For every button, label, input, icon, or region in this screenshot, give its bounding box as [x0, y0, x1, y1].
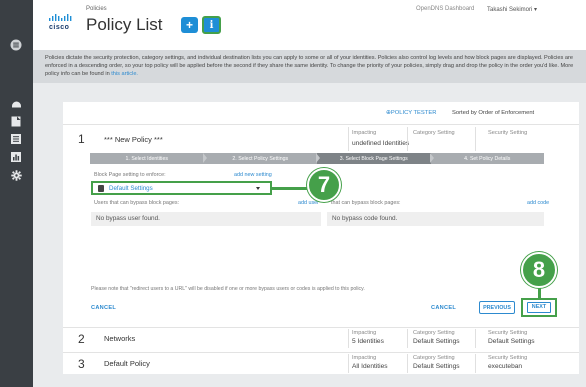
document-icon — [98, 185, 104, 192]
impacting-value: All Identities — [352, 363, 388, 370]
page-title: Policy List — [86, 15, 163, 34]
security-label: Security Setting — [488, 130, 528, 136]
menu-icon[interactable] — [9, 38, 23, 52]
block-page-select[interactable]: Default Settings — [91, 181, 272, 195]
policy-tester-link[interactable]: ⊕POLICY TESTER — [386, 110, 436, 116]
step-2[interactable]: 2. Select Policy Settings — [204, 153, 320, 164]
add-new-setting-link[interactable]: add new setting — [234, 172, 272, 178]
add-user-link[interactable]: add user — [298, 200, 319, 206]
policies-icon[interactable] — [9, 132, 23, 146]
policy-name[interactable]: Default Policy — [104, 359, 150, 368]
divider — [348, 354, 349, 373]
add-policy-button[interactable]: + — [181, 17, 198, 33]
security-value: executeban — [488, 363, 523, 370]
policy-number: 3 — [78, 357, 85, 371]
bypass-code-list: No bypass code found. — [327, 212, 544, 226]
divider — [407, 127, 408, 151]
category-label: Category Setting — [413, 330, 455, 336]
logo-text: cisco — [49, 24, 70, 31]
divider — [475, 354, 476, 373]
next-button-highlight[interactable]: NEXT — [521, 298, 557, 317]
info-button[interactable]: i — [202, 16, 221, 34]
security-value: Default Settings — [488, 338, 535, 345]
users-bypass-label: Users that can bypass block pages: — [94, 200, 180, 206]
bypass-note: Please note that "redirect users to a UR… — [91, 286, 365, 292]
reports-icon[interactable] — [9, 114, 23, 128]
category-value: Default Settings — [413, 338, 460, 345]
callout-8: 8 — [521, 252, 557, 288]
impacting-value: undefined Identities — [352, 140, 410, 147]
divider — [475, 127, 476, 151]
chart-icon[interactable] — [9, 150, 23, 164]
wizard-steps: 1. Select Identities 2. Select Policy Se… — [90, 153, 544, 164]
add-code-link[interactable]: add code — [527, 200, 549, 206]
cancel-button[interactable]: CANCEL — [431, 305, 456, 311]
breadcrumb[interactable]: Policies — [86, 6, 107, 12]
settings-icon[interactable] — [9, 168, 23, 182]
plus-icon: + — [185, 18, 193, 32]
category-value: Default Settings — [413, 363, 460, 370]
step-4[interactable]: 4. Set Policy Details — [431, 153, 545, 164]
divider — [407, 354, 408, 373]
sidebar — [0, 0, 33, 387]
security-label: Security Setting — [488, 330, 528, 336]
category-label: Category Setting — [413, 130, 455, 136]
cancel-link-left[interactable]: CANCEL — [91, 305, 116, 311]
category-label: Category Setting — [413, 355, 455, 361]
next-button[interactable]: NEXT — [527, 302, 551, 313]
divider — [348, 329, 349, 348]
impacting-label: Impacting — [352, 330, 377, 336]
step-1[interactable]: 1. Select Identities — [90, 153, 207, 164]
impacting-value: 5 Identities — [352, 338, 384, 345]
security-label: Security Setting — [488, 355, 528, 361]
divider — [348, 127, 349, 151]
callout-7: 7 — [307, 168, 341, 202]
policy-number: 2 — [78, 332, 85, 346]
sort-label: Sorted by Order of Enforcement — [452, 110, 535, 116]
policy-name[interactable]: *** New Policy *** — [104, 135, 163, 144]
impacting-label: Impacting — [352, 355, 377, 361]
step-3[interactable]: 3. Select Block Page Settings — [317, 153, 434, 164]
article-link[interactable]: this article. — [111, 71, 138, 77]
bypass-user-list: No bypass user found. — [91, 212, 321, 226]
divider — [407, 329, 408, 348]
cisco-logo: cisco — [49, 14, 75, 34]
policy-name[interactable]: Networks — [104, 334, 135, 343]
codes-bypass-label: that can bypass block pages: — [331, 200, 401, 206]
callout-connector — [272, 187, 312, 190]
user-menu[interactable]: Takashi Sekimori ▾ — [487, 6, 537, 13]
divider — [475, 329, 476, 348]
block-page-label: Block Page setting to enforce: — [94, 172, 166, 178]
policy-description: Policies dictate the security protection… — [33, 50, 586, 83]
nav-dashboard-link[interactable]: OpenDNS Dashboard — [416, 6, 474, 12]
info-icon: i — [209, 19, 214, 31]
previous-button[interactable]: PREVIOUS — [479, 301, 515, 314]
caret-down-icon — [256, 187, 260, 190]
dashboard-icon[interactable] — [9, 96, 23, 110]
header: cisco Policies Policy List + i OpenDNS D… — [33, 0, 586, 50]
select-value: Default Settings — [109, 185, 153, 192]
policy-number: 1 — [78, 132, 85, 146]
impacting-label: Impacting — [352, 130, 377, 136]
app-frame: cisco Policies Policy List + i OpenDNS D… — [0, 0, 586, 387]
